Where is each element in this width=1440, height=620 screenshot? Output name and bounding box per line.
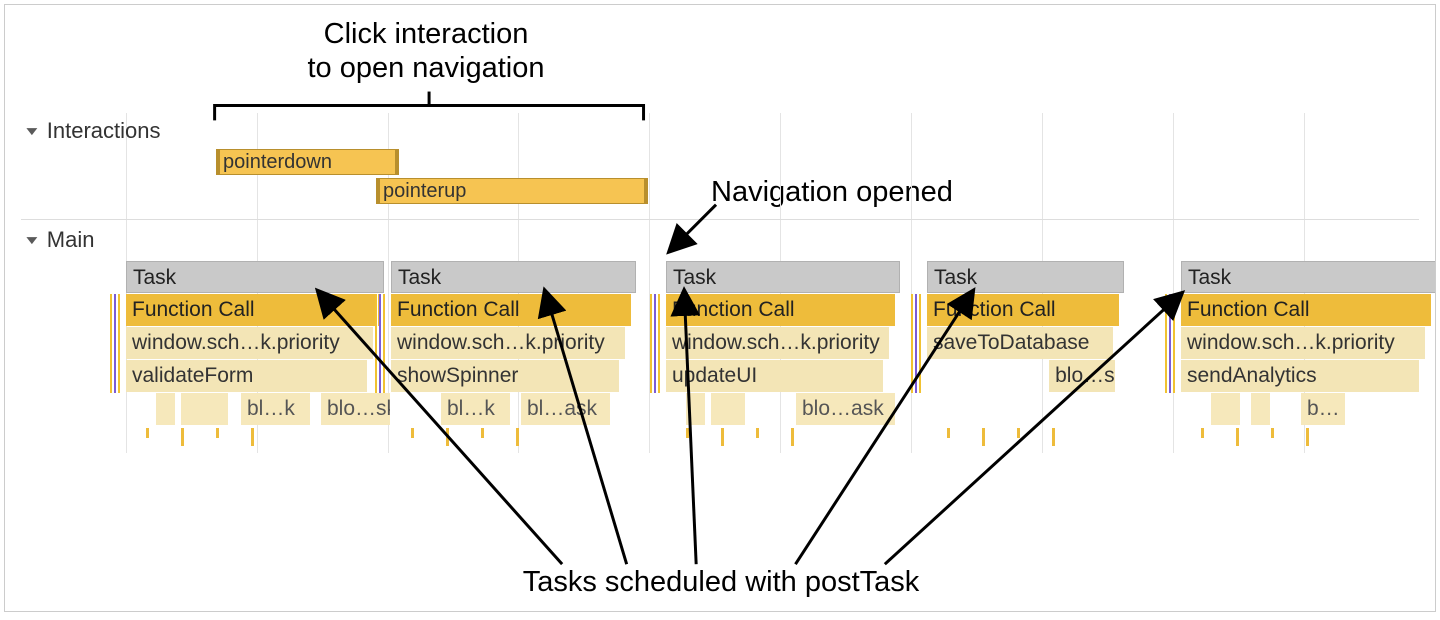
flame-tick	[721, 428, 724, 446]
flame-tick	[216, 428, 219, 438]
annotation-nav-opened: Navigation opened	[711, 175, 1011, 209]
flame-sliver	[1165, 294, 1168, 393]
flame-tick	[146, 428, 149, 438]
flame-tick	[1201, 428, 1204, 438]
flame-sub[interactable]: updateUI	[666, 360, 884, 392]
flame-block	[156, 393, 176, 425]
flame-sliver	[911, 294, 914, 393]
flame-sliver	[1173, 294, 1176, 393]
timeline-gridline	[649, 113, 650, 453]
flame-function-call[interactable]: Function Call	[1181, 294, 1432, 326]
flame-function-call[interactable]: Function Call	[126, 294, 380, 326]
flame-sliver	[110, 294, 113, 393]
flame-task[interactable]: Task	[126, 261, 384, 293]
flame-block[interactable]: blo…sk	[321, 393, 391, 425]
flame-tick	[686, 428, 689, 438]
flame-priority[interactable]: window.sch…k.priority	[126, 327, 374, 359]
flame-task[interactable]: Task	[927, 261, 1124, 293]
flame-tick	[1271, 428, 1274, 438]
flame-sliver	[114, 294, 117, 393]
timeline-gridline	[1173, 113, 1174, 453]
timeline-gridline	[911, 113, 912, 453]
flame-sliver	[383, 294, 386, 393]
flame-block[interactable]: blo…ask	[796, 393, 896, 425]
flame-sub[interactable]: showSpinner	[391, 360, 620, 392]
flame-tick	[982, 428, 985, 446]
flame-tick	[947, 428, 950, 438]
flame-sliver	[379, 294, 382, 393]
flame-sliver	[654, 294, 657, 393]
flame-priority[interactable]: window.sch…k.priority	[1181, 327, 1426, 359]
annotation-tasks-scheduled: Tasks scheduled with postTask	[421, 565, 1021, 599]
flame-tick	[1236, 428, 1239, 446]
flame-function-call[interactable]: Function Call	[666, 294, 896, 326]
interaction-bar[interactable]: pointerup	[376, 178, 648, 204]
flame-sliver	[375, 294, 378, 393]
flame-tick	[446, 428, 449, 446]
flame-priority[interactable]: window.sch…k.priority	[666, 327, 890, 359]
track-interactions-label: ▼Interactions	[21, 118, 161, 144]
track-divider	[21, 219, 1419, 220]
flame-tick	[756, 428, 759, 438]
flame-priority[interactable]: window.sch…k.priority	[391, 327, 626, 359]
flame-function-call[interactable]: Function Call	[927, 294, 1120, 326]
timeline-gridline	[1435, 113, 1436, 453]
disclosure-triangle-icon: ▼	[23, 124, 42, 138]
flame-sliver	[650, 294, 653, 393]
flame-block[interactable]: b…	[1301, 393, 1346, 425]
flame-block[interactable]: bl…k	[241, 393, 311, 425]
track-main-label: ▼Main	[21, 227, 94, 253]
flame-tick	[1052, 428, 1055, 446]
flame-sliver	[915, 294, 918, 393]
flame-tick	[1306, 428, 1309, 446]
flame-tick	[411, 428, 414, 438]
flame-tick	[251, 428, 254, 446]
flame-block	[686, 393, 706, 425]
timeline-area: Click interaction to open navigation Nav…	[21, 5, 1419, 611]
flame-sliver	[118, 294, 121, 393]
flame-task[interactable]: Task	[391, 261, 636, 293]
flame-task[interactable]: Task	[666, 261, 900, 293]
disclosure-triangle-icon: ▼	[23, 233, 42, 247]
flame-sub[interactable]: blo…sk	[1049, 360, 1116, 392]
flame-block	[711, 393, 746, 425]
flame-block	[181, 393, 229, 425]
flame-function-call[interactable]: Function Call	[391, 294, 632, 326]
flame-sliver	[919, 294, 922, 393]
flame-sub[interactable]: sendAnalytics	[1181, 360, 1420, 392]
flame-block	[1211, 393, 1241, 425]
annotation-click-interaction: Click interaction to open navigation	[221, 17, 631, 85]
flame-tick	[181, 428, 184, 446]
interaction-bar[interactable]: pointerdown	[216, 149, 399, 175]
flame-block[interactable]: bl…k	[441, 393, 511, 425]
flame-block[interactable]: bl…ask	[521, 393, 611, 425]
devtools-performance-diagram: Click interaction to open navigation Nav…	[4, 4, 1436, 612]
flame-tick	[516, 428, 519, 446]
flame-sub[interactable]: validateForm	[126, 360, 368, 392]
flame-sliver	[1169, 294, 1172, 393]
flame-block	[1251, 393, 1271, 425]
flame-tick	[791, 428, 794, 446]
flame-tick	[481, 428, 484, 438]
flame-priority[interactable]: saveToDatabase	[927, 327, 1114, 359]
flame-tick	[1017, 428, 1020, 438]
flame-sliver	[658, 294, 661, 393]
flame-task[interactable]: Task	[1181, 261, 1436, 293]
